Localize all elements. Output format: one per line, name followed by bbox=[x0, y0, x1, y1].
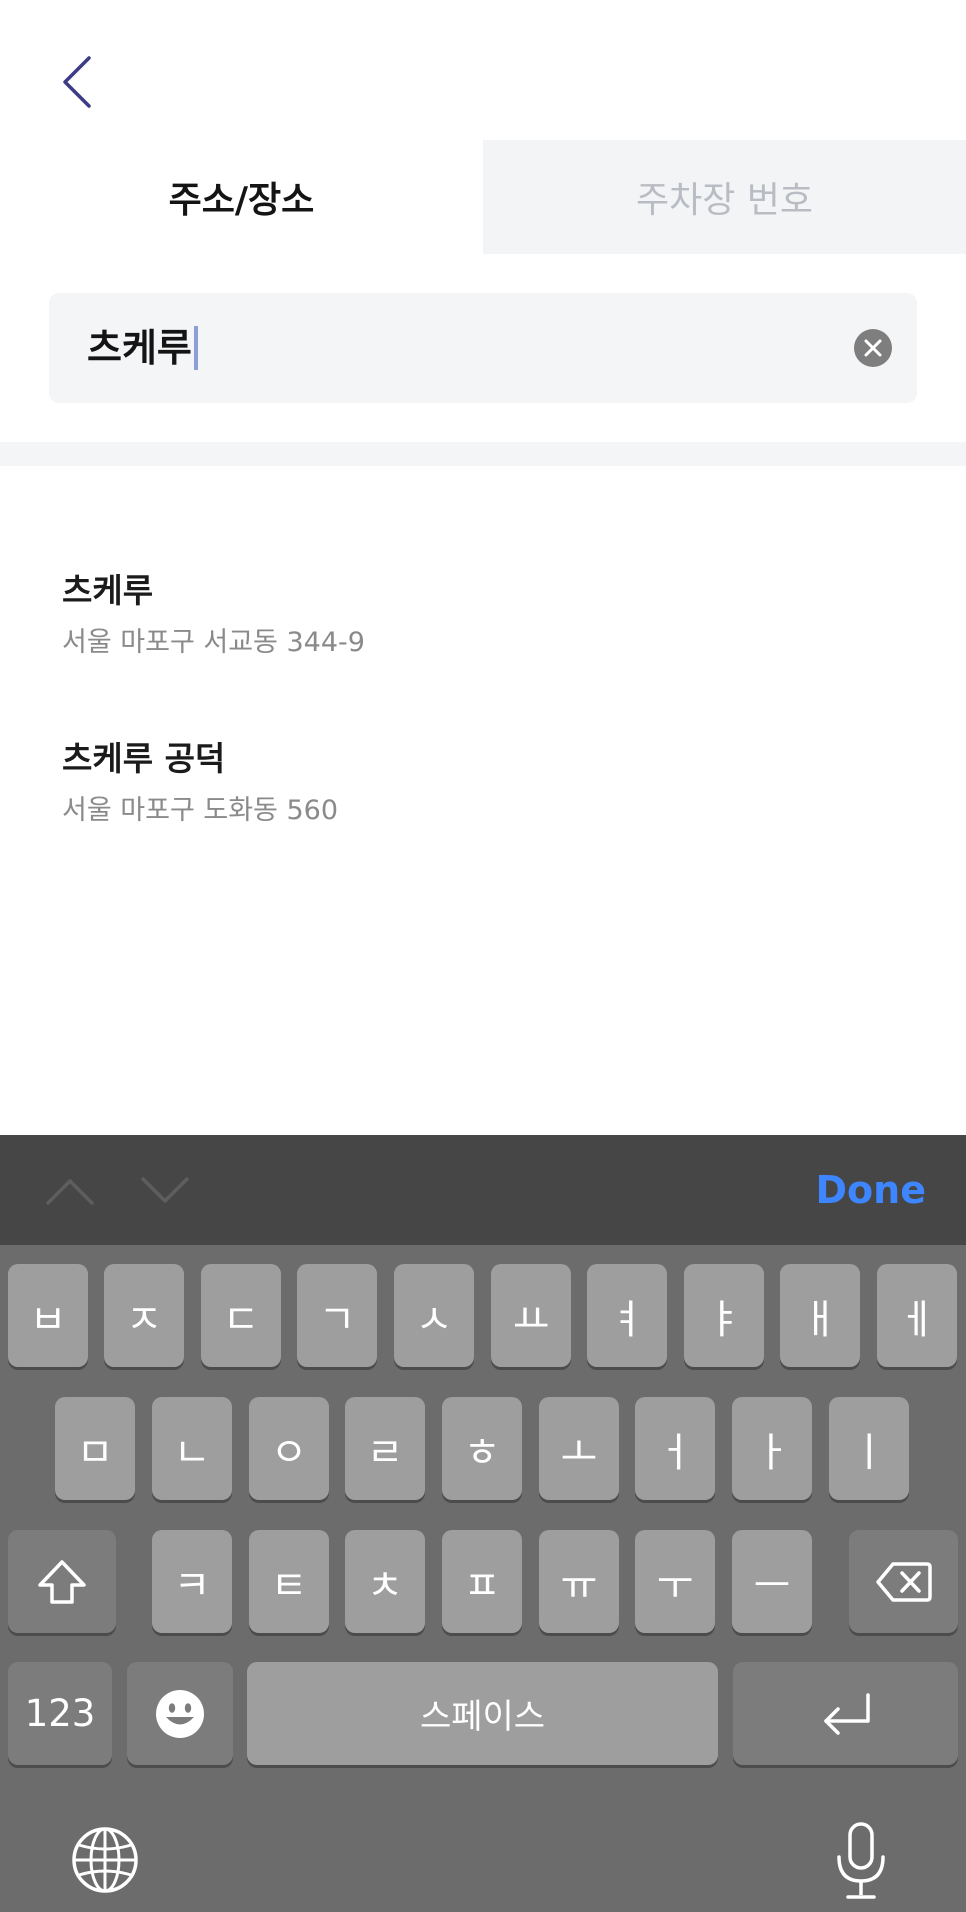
key[interactable]: ㅍ bbox=[442, 1530, 522, 1633]
chevron-up-icon bbox=[46, 1179, 94, 1205]
shift-key[interactable] bbox=[8, 1530, 116, 1633]
key[interactable]: ㄷ bbox=[201, 1264, 281, 1367]
key-label: ㅐ bbox=[801, 1296, 839, 1343]
key-label: ㅑ bbox=[705, 1296, 743, 1343]
result-address: 서울 마포구 서교동 344-9 bbox=[62, 627, 365, 658]
key-label: ㅡ bbox=[753, 1562, 791, 1609]
key[interactable]: ㅣ bbox=[829, 1397, 909, 1500]
key-label: ㅂ bbox=[29, 1296, 67, 1343]
key[interactable]: ㅏ bbox=[732, 1397, 812, 1500]
tab-address-place-label: 주소/장소 bbox=[168, 180, 315, 221]
clear-button[interactable] bbox=[854, 329, 892, 367]
key[interactable]: ㅕ bbox=[587, 1264, 667, 1367]
back-button[interactable] bbox=[55, 52, 99, 112]
keyboard-accessory-bar: Done bbox=[0, 1135, 966, 1245]
microphone-button[interactable] bbox=[834, 1821, 888, 1901]
microphone-icon bbox=[837, 1822, 885, 1899]
key[interactable]: ㅋ bbox=[152, 1530, 232, 1633]
shift-icon bbox=[38, 1559, 86, 1604]
key-label: ㅁ bbox=[76, 1429, 114, 1476]
key-label: ㄷ bbox=[222, 1296, 260, 1343]
previous-field-button[interactable] bbox=[40, 1163, 100, 1219]
space-key[interactable]: 스페이스 bbox=[247, 1662, 718, 1765]
globe-button[interactable] bbox=[70, 1825, 140, 1895]
emoji-icon bbox=[156, 1689, 204, 1738]
key-label: ㅜ bbox=[656, 1562, 694, 1609]
key-label: ㅠ bbox=[560, 1562, 598, 1609]
key-label: ㅗ bbox=[560, 1429, 598, 1476]
key-label: ㅌ bbox=[270, 1562, 308, 1609]
key-label: ㅊ bbox=[366, 1562, 404, 1609]
key[interactable]: ㅊ bbox=[345, 1530, 425, 1633]
tab-parking-number[interactable]: 주차장 번호 bbox=[483, 140, 966, 254]
key-label: ㅕ bbox=[608, 1296, 646, 1343]
key[interactable]: ㅈ bbox=[104, 1264, 184, 1367]
key[interactable]: ㅇ bbox=[249, 1397, 329, 1500]
key[interactable]: ㅁ bbox=[55, 1397, 135, 1500]
key[interactable]: ㅐ bbox=[780, 1264, 860, 1367]
key[interactable]: ㅜ bbox=[635, 1530, 715, 1633]
key[interactable]: ㄱ bbox=[297, 1264, 377, 1367]
tab-address-place[interactable]: 주소/장소 bbox=[0, 140, 483, 254]
key-label: ㅔ bbox=[898, 1296, 936, 1343]
return-key[interactable] bbox=[733, 1662, 958, 1765]
section-divider bbox=[0, 442, 966, 466]
key-label: ㄱ bbox=[318, 1296, 356, 1343]
key-label: ㅍ bbox=[463, 1562, 501, 1609]
numbers-key-label: 123 bbox=[24, 1692, 96, 1735]
key[interactable]: ㅛ bbox=[491, 1264, 571, 1367]
key-label: ㅇ bbox=[270, 1429, 308, 1476]
backspace-icon bbox=[875, 1561, 932, 1602]
key-label: ㄴ bbox=[173, 1429, 211, 1476]
chevron-down-icon bbox=[141, 1177, 189, 1203]
clear-icon bbox=[864, 339, 882, 357]
key[interactable]: ㅠ bbox=[539, 1530, 619, 1633]
tab-parking-number-label: 주차장 번호 bbox=[635, 180, 814, 221]
emoji-key[interactable] bbox=[127, 1662, 233, 1765]
key-label: ㅅ bbox=[415, 1296, 453, 1343]
result-item[interactable]: 츠케루 서울 마포구 서교동 344-9 bbox=[62, 570, 365, 660]
key-label: ㅏ bbox=[753, 1429, 791, 1476]
text-cursor bbox=[193, 325, 198, 370]
key[interactable]: ㅑ bbox=[684, 1264, 764, 1367]
key[interactable]: ㅎ bbox=[442, 1397, 522, 1500]
return-icon bbox=[823, 1692, 870, 1735]
key[interactable]: ㅌ bbox=[249, 1530, 329, 1633]
key[interactable]: ㅗ bbox=[539, 1397, 619, 1500]
key-label: ㅎ bbox=[463, 1429, 501, 1476]
search-input-value: 츠케루 bbox=[87, 326, 192, 370]
key-label: ㅛ bbox=[512, 1296, 550, 1343]
numbers-key[interactable]: 123 bbox=[8, 1662, 112, 1765]
globe-icon bbox=[72, 1827, 138, 1893]
chevron-left-icon bbox=[63, 56, 91, 108]
delete-key[interactable] bbox=[849, 1530, 958, 1633]
next-field-button[interactable] bbox=[135, 1163, 195, 1219]
space-key-label: 스페이스 bbox=[419, 1697, 546, 1737]
key[interactable]: ㅔ bbox=[877, 1264, 957, 1367]
search-field[interactable]: 츠케루 bbox=[49, 293, 917, 403]
key-label: ㅓ bbox=[656, 1429, 694, 1476]
search-input[interactable]: 츠케루 bbox=[87, 293, 198, 403]
key[interactable]: ㅅ bbox=[394, 1264, 474, 1367]
result-item[interactable]: 츠케루 공덕 서울 마포구 도화동 560 bbox=[62, 738, 338, 828]
key-label: ㅈ bbox=[125, 1296, 163, 1343]
key-label: ㅣ bbox=[850, 1429, 888, 1476]
done-button[interactable]: Done bbox=[816, 1135, 926, 1245]
keyboard: Done ㅂ ㅈ ㄷ ㄱ ㅅ ㅛ ㅕ ㅑ ㅐ ㅔ ㅁ ㄴ ㅇ ㄹ ㅎ ㅗ ㅓ ㅏ… bbox=[0, 1135, 966, 1912]
result-address: 서울 마포구 도화동 560 bbox=[62, 795, 339, 826]
result-name: 츠케루 공덕 bbox=[62, 739, 226, 778]
key[interactable]: ㅡ bbox=[732, 1530, 812, 1633]
key-label: ㄹ bbox=[366, 1429, 404, 1476]
key[interactable]: ㅂ bbox=[8, 1264, 88, 1367]
result-name: 츠케루 bbox=[62, 571, 154, 610]
key[interactable]: ㄴ bbox=[152, 1397, 232, 1500]
key[interactable]: ㅓ bbox=[635, 1397, 715, 1500]
key-label: ㅋ bbox=[173, 1562, 211, 1609]
key[interactable]: ㄹ bbox=[345, 1397, 425, 1500]
